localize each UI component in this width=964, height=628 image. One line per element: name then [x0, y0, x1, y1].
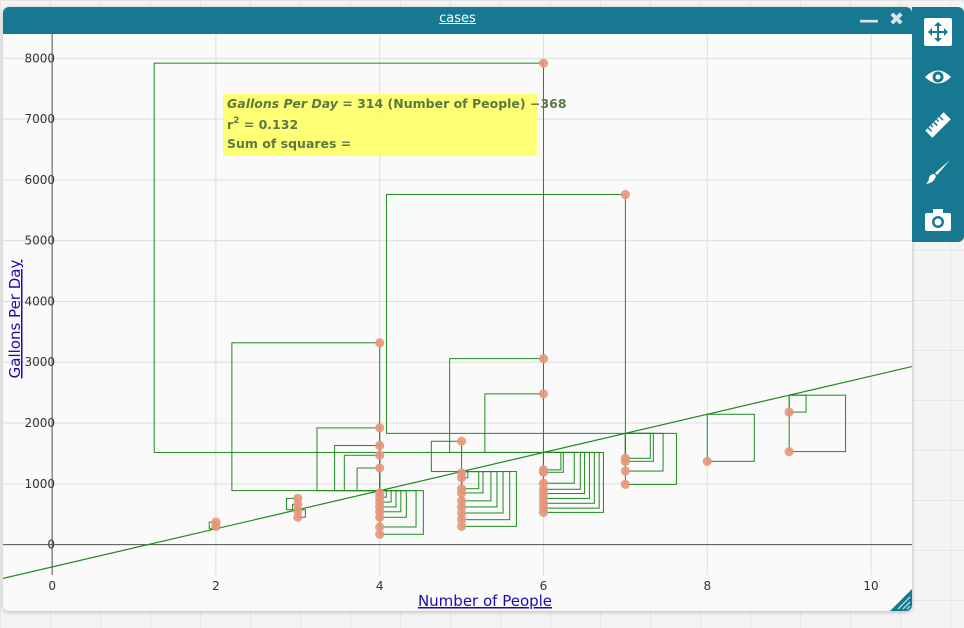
equation-line: Gallons Per Day = 314 (Number of People)… [227, 96, 567, 111]
data-point[interactable] [702, 456, 712, 466]
residual-square [461, 471, 492, 502]
y-axis-title[interactable]: Gallons Per Day [6, 260, 24, 379]
y-tick-label: 4000 [24, 294, 55, 308]
data-point[interactable] [620, 456, 630, 466]
residual-square [356, 467, 381, 492]
data-point[interactable] [620, 479, 630, 490]
y-tick-label: 5000 [24, 234, 55, 248]
data-point[interactable] [784, 407, 794, 417]
x-tick-label: 0 [48, 579, 56, 593]
x-tick-label: 6 [540, 579, 548, 593]
data-point[interactable] [620, 189, 630, 200]
move-icon[interactable] [923, 17, 953, 47]
brush-icon[interactable] [923, 157, 953, 187]
x-tick-label: 2 [212, 579, 220, 593]
residual-square [379, 490, 417, 528]
x-tick-label: 8 [703, 579, 711, 593]
residual-square [542, 451, 590, 499]
data-point[interactable] [375, 423, 385, 433]
eye-icon[interactable] [923, 62, 953, 92]
residual-square [385, 193, 626, 434]
data-point[interactable] [538, 507, 549, 517]
residual-square [542, 451, 586, 495]
data-point[interactable] [456, 488, 467, 498]
y-tick-label: 6000 [24, 173, 55, 187]
residual-square [461, 471, 517, 527]
y-tick-label: 7000 [24, 112, 55, 126]
data-point[interactable] [375, 463, 385, 473]
x-tick-label: 10 [863, 579, 878, 593]
data-point[interactable] [375, 338, 385, 348]
residual-square [542, 451, 575, 484]
y-tick-label: 8000 [24, 51, 55, 65]
data-point[interactable] [538, 354, 549, 364]
equation-rest: = 314 (Number of People) −368 [338, 96, 567, 111]
tool-palette [912, 7, 964, 242]
equation-box[interactable]: Gallons Per Day = 314 (Number of People)… [223, 94, 567, 156]
data-point[interactable] [456, 436, 467, 446]
data-point[interactable] [375, 450, 385, 460]
data-point[interactable] [456, 473, 467, 483]
residual-square [542, 451, 595, 504]
data-point[interactable] [538, 467, 549, 477]
equation-y-name: Gallons Per Day [227, 96, 339, 111]
data-point[interactable] [375, 529, 385, 539]
residual-square [343, 454, 381, 492]
y-tick-label: 3000 [24, 355, 55, 369]
data-point[interactable] [538, 389, 549, 399]
data-point[interactable] [538, 58, 549, 68]
data-point[interactable] [375, 512, 385, 522]
sum-of-squares-label: Sum of squares = [227, 136, 351, 151]
r-squared-value: = 0.132 [239, 117, 298, 132]
resize-handle-icon[interactable] [890, 589, 912, 611]
data-point[interactable] [293, 512, 303, 522]
residual-square [624, 432, 651, 459]
residual-square [461, 471, 498, 508]
y-tick-label: 1000 [24, 477, 55, 491]
data-point[interactable] [784, 447, 794, 457]
data-point[interactable] [620, 466, 630, 476]
residual-square [624, 432, 664, 472]
residual-square [461, 471, 511, 521]
camera-icon[interactable] [923, 205, 953, 235]
ruler-icon[interactable] [923, 110, 953, 140]
x-axis-title[interactable]: Number of People [418, 592, 552, 610]
y-tick-label: 2000 [24, 416, 55, 430]
data-point[interactable] [456, 521, 467, 531]
residual-square [316, 427, 381, 492]
residual-square [542, 451, 600, 509]
data-point[interactable] [211, 521, 221, 531]
data-point[interactable] [375, 440, 385, 451]
case-plot-window: cases — ✖ 0 1000 2000 3000 4000 5000 6000 7000 8… [3, 7, 912, 611]
residual-square [706, 413, 755, 462]
x-tick-label: 4 [376, 579, 384, 593]
residual-square [430, 440, 463, 473]
residual-square [624, 432, 677, 485]
scatter-plot[interactable]: 0100020003000400050006000700080000 2 4 6 8 10… [3, 7, 912, 611]
